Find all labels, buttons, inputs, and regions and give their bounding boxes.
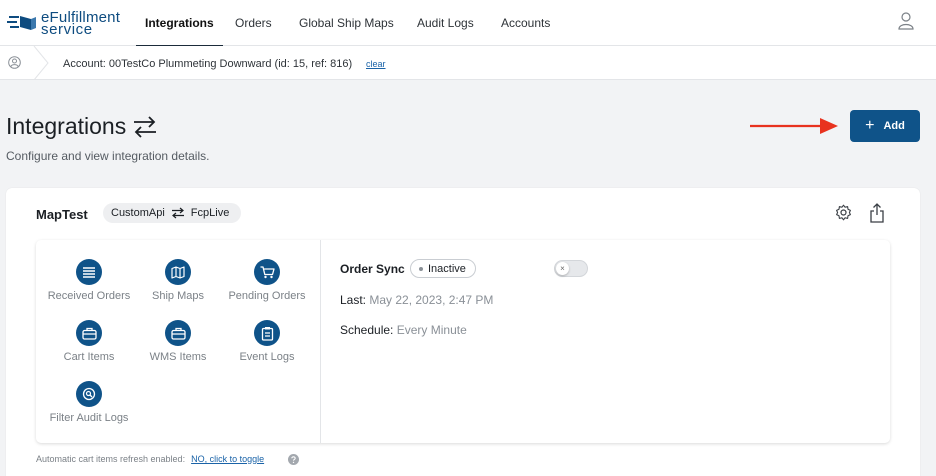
wms-items-shortcut[interactable]: WMS Items bbox=[133, 320, 223, 363]
swap-icon bbox=[134, 116, 156, 138]
last-sync-line: Last: May 22, 2023, 2:47 PM bbox=[340, 293, 493, 307]
integration-card: MapTest CustomApi FcpLive Received Order… bbox=[6, 188, 920, 476]
brand-logo[interactable]: eFulfillment service bbox=[7, 9, 127, 38]
integration-details: Received Orders Ship Maps Pending Orders… bbox=[36, 240, 890, 443]
integration-shortcuts: Received Orders Ship Maps Pending Orders… bbox=[36, 240, 321, 443]
briefcase-icon bbox=[165, 320, 191, 346]
toggle-auto-refresh-link[interactable]: NO, click to toggle bbox=[191, 454, 264, 464]
tab-orders[interactable]: Orders bbox=[235, 16, 272, 30]
list-icon bbox=[76, 259, 102, 285]
pending-orders-shortcut[interactable]: Pending Orders bbox=[222, 259, 312, 302]
brand-line-2: service bbox=[41, 21, 93, 38]
shortcut-label: Cart Items bbox=[63, 351, 115, 363]
tab-audit-logs[interactable]: Audit Logs bbox=[417, 16, 474, 30]
clipboard-icon bbox=[254, 320, 280, 346]
gear-icon[interactable] bbox=[835, 204, 852, 221]
account-bar: Account: 00TestCo Plummeting Downward (i… bbox=[0, 46, 936, 80]
shortcut-label: WMS Items bbox=[149, 351, 207, 363]
schedule-line: Schedule: Every Minute bbox=[340, 323, 467, 337]
page-subtitle: Configure and view integration details. bbox=[6, 149, 210, 163]
integration-target: FcpLive bbox=[190, 207, 230, 219]
cart-items-shortcut[interactable]: Cart Items bbox=[44, 320, 134, 363]
logo-icon bbox=[7, 16, 36, 30]
tab-global-ship-maps[interactable]: Global Ship Maps bbox=[299, 16, 394, 30]
clear-account-link[interactable]: clear bbox=[366, 59, 386, 69]
event-logs-shortcut[interactable]: Event Logs bbox=[222, 320, 312, 363]
filter-audit-logs-shortcut[interactable]: Filter Audit Logs bbox=[44, 381, 134, 424]
account-icon bbox=[8, 56, 21, 69]
ship-maps-shortcut[interactable]: Ship Maps bbox=[133, 259, 223, 302]
close-icon: × bbox=[556, 262, 569, 275]
status-dot-icon bbox=[419, 266, 423, 271]
tab-accounts[interactable]: Accounts bbox=[501, 16, 550, 30]
shortcut-label: Event Logs bbox=[239, 351, 295, 363]
status-label: Inactive bbox=[428, 262, 466, 275]
auto-refresh-note: Automatic cart items refresh enabled: NO,… bbox=[36, 454, 264, 464]
breadcrumb-separator bbox=[33, 46, 49, 80]
share-icon[interactable] bbox=[869, 203, 885, 223]
shortcut-label: Pending Orders bbox=[228, 290, 306, 302]
red-arrow-annotation bbox=[750, 118, 838, 134]
schedule-value: Every Minute bbox=[396, 323, 467, 337]
auto-refresh-label: Automatic cart items refresh enabled: bbox=[36, 454, 186, 464]
integration-route-chip: CustomApi FcpLive bbox=[103, 203, 241, 223]
integration-source: CustomApi bbox=[111, 207, 165, 219]
search-icon bbox=[76, 381, 102, 407]
help-icon[interactable] bbox=[288, 454, 299, 465]
cart-icon bbox=[254, 259, 280, 285]
plus-icon: + bbox=[865, 116, 875, 134]
shortcut-label: Filter Audit Logs bbox=[49, 412, 129, 424]
integration-name: MapTest bbox=[36, 207, 88, 222]
last-sync-label: Last: bbox=[340, 293, 367, 307]
tab-integrations[interactable]: Integrations bbox=[136, 16, 223, 47]
user-icon[interactable] bbox=[898, 12, 914, 30]
add-button-label: Add bbox=[883, 120, 905, 132]
briefcase-icon bbox=[76, 320, 102, 346]
top-navigation: eFulfillment service Integrations Orders… bbox=[0, 0, 936, 47]
order-sync-title: Order Sync bbox=[340, 262, 405, 276]
shortcut-label: Ship Maps bbox=[152, 290, 204, 302]
shortcut-label: Received Orders bbox=[47, 290, 131, 302]
status-badge: Inactive bbox=[410, 259, 476, 278]
swap-icon bbox=[171, 207, 185, 219]
map-icon bbox=[165, 259, 191, 285]
order-sync-toggle[interactable]: × bbox=[554, 260, 588, 277]
page-title: Integrations bbox=[6, 113, 127, 139]
account-label: Account: 00TestCo Plummeting Downward (i… bbox=[63, 58, 353, 70]
add-integration-button[interactable]: + Add bbox=[850, 110, 920, 142]
last-sync-value: May 22, 2023, 2:47 PM bbox=[369, 293, 494, 307]
schedule-label: Schedule: bbox=[340, 323, 394, 337]
received-orders-shortcut[interactable]: Received Orders bbox=[44, 259, 134, 302]
